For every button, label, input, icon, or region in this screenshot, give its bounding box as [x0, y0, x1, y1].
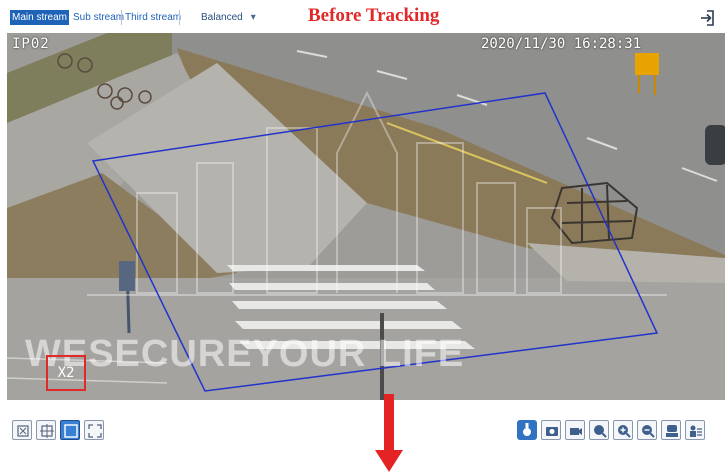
tab-third-stream[interactable]: Third stream	[123, 10, 183, 25]
zoom-in-icon[interactable]	[613, 420, 633, 440]
ptz-icon[interactable]	[661, 420, 681, 440]
watermark: WESECUREYOUR LIFE	[25, 333, 465, 375]
tab-divider	[179, 10, 180, 25]
stream-toolbar: Main stream Sub stream Third stream Bala…	[0, 0, 725, 33]
original-size-icon[interactable]	[36, 420, 56, 440]
exit-icon[interactable]	[698, 8, 718, 28]
chevron-down-icon: ▾	[250, 12, 256, 23]
quality-label: Balanced	[201, 12, 243, 23]
tracking-icon[interactable]	[517, 420, 537, 440]
settings-icon[interactable]	[685, 420, 705, 440]
camera-name: IP02	[12, 36, 50, 52]
fullscreen-icon[interactable]	[84, 420, 104, 440]
3d-zoom-icon[interactable]	[589, 420, 609, 440]
stretch-icon[interactable]	[60, 420, 80, 440]
player-toolbar	[7, 420, 725, 444]
tab-sub-stream[interactable]: Sub stream	[71, 10, 126, 25]
record-icon[interactable]	[565, 420, 585, 440]
camera-timestamp: 2020/11/30 16:28:31	[481, 36, 642, 52]
arrow-down-icon	[375, 394, 403, 472]
tab-main-stream[interactable]: Main stream	[10, 10, 70, 25]
live-video-view[interactable]: WESECUREYOUR LIFE IP02 2020/11/30 16:28:…	[7, 33, 725, 400]
tab-divider	[121, 10, 122, 25]
fit-window-icon[interactable]	[12, 420, 32, 440]
zoom-out-icon[interactable]	[637, 420, 657, 440]
zoom-indicator: X2	[46, 355, 86, 391]
page-title: Before Tracking	[308, 5, 440, 26]
quality-select[interactable]: Balanced ▾	[201, 10, 256, 25]
zoom-label: X2	[57, 365, 75, 381]
snapshot-icon[interactable]	[541, 420, 561, 440]
